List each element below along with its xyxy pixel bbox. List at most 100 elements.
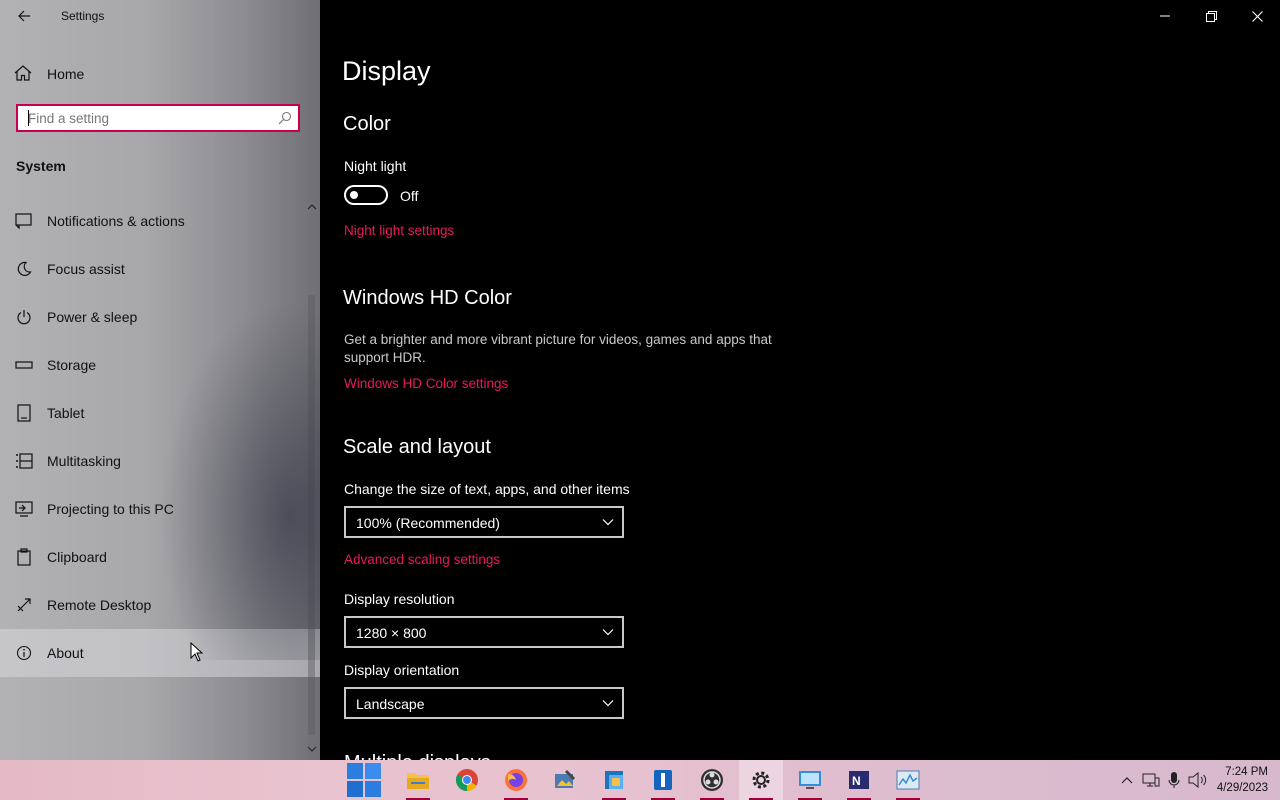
- file-explorer-icon[interactable]: [396, 760, 440, 800]
- home-link[interactable]: Home: [0, 56, 304, 90]
- night-light-label: Night light: [344, 158, 407, 174]
- resolution-label: Display resolution: [344, 591, 455, 607]
- clipboard-icon: [14, 547, 34, 567]
- restore-icon: [1205, 10, 1217, 22]
- size-label: Change the size of text, apps, and other…: [344, 481, 630, 497]
- color-heading: Color: [343, 113, 391, 135]
- close-icon: [1251, 10, 1263, 22]
- moon-icon: [14, 259, 34, 279]
- chevron-down-icon: [602, 700, 614, 707]
- notifications-icon: [14, 211, 34, 231]
- settings-icon[interactable]: [739, 760, 783, 800]
- sidebar-item-projecting[interactable]: Projecting to this PC: [0, 485, 304, 533]
- remote-desktop-icon: [14, 595, 34, 615]
- sidebar-item-storage[interactable]: Storage: [0, 341, 304, 389]
- sidebar-scrollbar[interactable]: [304, 200, 320, 760]
- dropdown-value: 1280 × 800: [356, 625, 427, 641]
- sidebar-item-label: Storage: [47, 357, 97, 373]
- sidebar-item-about[interactable]: About: [0, 629, 320, 677]
- close-button[interactable]: [1234, 0, 1280, 32]
- clock[interactable]: 7:24 PM 4/29/2023: [1217, 764, 1268, 796]
- obs-icon[interactable]: [690, 760, 734, 800]
- info-icon: [14, 643, 34, 663]
- sidebar-item-label: Multitasking: [47, 453, 121, 469]
- text-caret: [28, 110, 29, 126]
- content-pane: Display Color Night light Off Night ligh…: [320, 0, 1280, 760]
- tablet-icon: [14, 403, 34, 423]
- sidebar-nav: Notifications & actions Focus assist Pow…: [0, 197, 320, 677]
- back-button[interactable]: [10, 4, 38, 28]
- clock-date: 4/29/2023: [1216, 782, 1268, 794]
- sidebar-item-label: Tablet: [47, 405, 85, 421]
- task-manager-icon[interactable]: [886, 760, 930, 800]
- advanced-scaling-link[interactable]: Advanced scaling settings: [344, 552, 500, 567]
- scroll-thumb[interactable]: [308, 295, 315, 735]
- sidebar-item-label: Notifications & actions: [47, 213, 185, 229]
- search-icon[interactable]: [278, 111, 292, 125]
- sidebar-item-label: Power & sleep: [47, 309, 138, 325]
- firefox-icon[interactable]: [494, 760, 538, 800]
- minimize-icon: [1160, 15, 1170, 17]
- night-light-toggle[interactable]: [344, 185, 388, 205]
- scroll-up-button[interactable]: [306, 200, 318, 214]
- dropdown-value: Landscape: [356, 696, 425, 712]
- resolution-dropdown[interactable]: 1280 × 800: [344, 616, 624, 648]
- sidebar-item-remote-desktop[interactable]: Remote Desktop: [0, 581, 304, 629]
- clock-time: 7:24 PM: [1225, 766, 1268, 778]
- microphone-icon[interactable]: [1164, 760, 1184, 800]
- svg-text:N: N: [852, 774, 861, 788]
- windows-logo-icon: [347, 763, 381, 797]
- dropdown-value: 100% (Recommended): [356, 515, 500, 531]
- mouse-cursor-icon: [190, 642, 204, 662]
- night-light-settings-link[interactable]: Night light settings: [344, 223, 454, 238]
- sidebar-item-label: Clipboard: [47, 549, 107, 565]
- chevron-up-icon: [1121, 777, 1133, 784]
- app-title: Settings: [61, 9, 105, 23]
- hdr-heading: Windows HD Color: [343, 287, 512, 309]
- back-arrow-icon: [18, 10, 30, 22]
- sidebar-item-label: Remote Desktop: [47, 597, 152, 613]
- show-hidden-icons-button[interactable]: [1118, 760, 1136, 800]
- sidebar-item-clipboard[interactable]: Clipboard: [0, 533, 304, 581]
- home-icon: [14, 65, 32, 81]
- volume-icon[interactable]: [1186, 760, 1210, 800]
- chevron-down-icon: [602, 629, 614, 636]
- search-box[interactable]: [16, 104, 300, 132]
- sidebar-item-label: About: [47, 645, 84, 661]
- orientation-dropdown[interactable]: Landscape: [344, 687, 624, 719]
- sidebar-item-power-sleep[interactable]: Power & sleep: [0, 293, 304, 341]
- projecting-icon: [14, 499, 34, 519]
- chevron-up-icon: [307, 204, 317, 210]
- chevron-down-icon: [307, 746, 317, 752]
- scale-heading: Scale and layout: [343, 436, 491, 458]
- network-icon[interactable]: [1140, 760, 1162, 800]
- remote-app-icon[interactable]: [788, 760, 832, 800]
- sidebar-item-label: Projecting to this PC: [47, 501, 174, 517]
- taskbar: N 7:24 PM 4/29/2023: [0, 760, 1280, 800]
- virtualbox-icon[interactable]: [592, 760, 636, 800]
- app-i-icon[interactable]: [641, 760, 685, 800]
- restore-button[interactable]: [1188, 0, 1234, 32]
- night-light-state: Off: [400, 188, 419, 204]
- start-button[interactable]: [342, 760, 386, 800]
- photo-editor-icon[interactable]: [543, 760, 587, 800]
- sidebar-item-multitasking[interactable]: Multitasking: [0, 437, 304, 485]
- toggle-knob: [350, 191, 358, 199]
- power-icon: [14, 307, 34, 327]
- section-heading: System: [16, 158, 66, 174]
- multiple-displays-heading: Multiple displays: [344, 752, 491, 760]
- sidebar-item-focus-assist[interactable]: Focus assist: [0, 245, 304, 293]
- orientation-label: Display orientation: [344, 662, 460, 678]
- scale-dropdown[interactable]: 100% (Recommended): [344, 506, 624, 538]
- scroll-down-button[interactable]: [306, 742, 318, 756]
- hdr-settings-link[interactable]: Windows HD Color settings: [344, 376, 508, 391]
- home-label: Home: [47, 66, 85, 82]
- search-input[interactable]: [18, 106, 268, 130]
- chrome-icon[interactable]: [445, 760, 489, 800]
- sidebar-item-label: Focus assist: [47, 261, 125, 277]
- onenote-icon[interactable]: N: [837, 760, 881, 800]
- minimize-button[interactable]: [1142, 0, 1188, 32]
- sidebar-item-notifications[interactable]: Notifications & actions: [0, 197, 304, 245]
- hdr-description: Get a brighter and more vibrant picture …: [344, 332, 772, 365]
- sidebar-item-tablet[interactable]: Tablet: [0, 389, 304, 437]
